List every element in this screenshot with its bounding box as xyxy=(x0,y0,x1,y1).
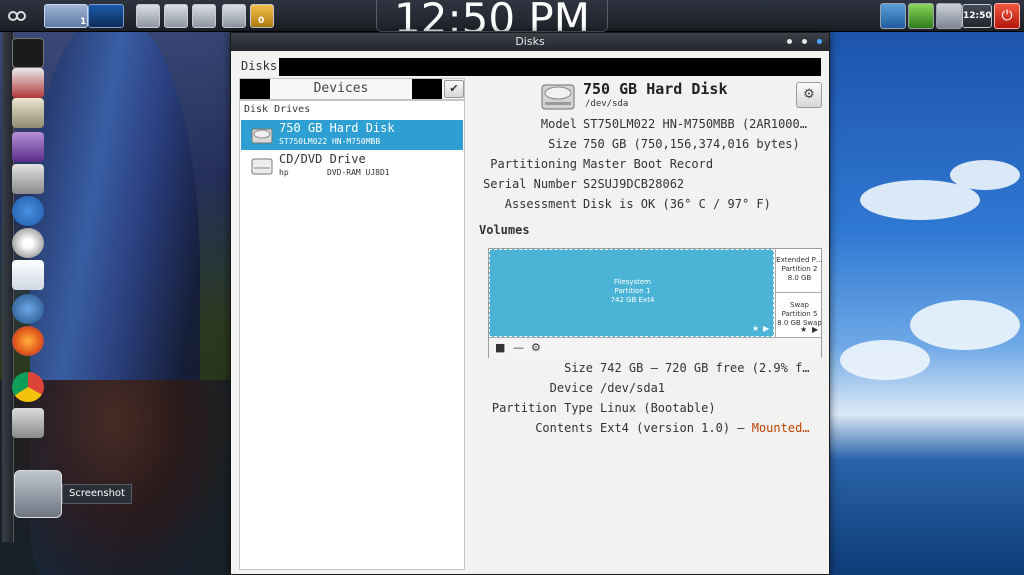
gear-icon[interactable]: ⚙ xyxy=(796,82,822,108)
mounted-link[interactable]: Mounted… xyxy=(752,421,810,435)
toolbar-label: Disks xyxy=(241,59,278,73)
prop-partitioning-key: Partitioning xyxy=(490,157,577,171)
partition-extended[interactable]: Extended P… Partition 2 8.0 GB xyxy=(775,249,823,293)
network-icon[interactable] xyxy=(880,3,906,29)
devices-header-redacted-right xyxy=(412,79,442,99)
terminal-icon[interactable] xyxy=(12,38,44,68)
section-disk-drives: Disk Drives xyxy=(244,104,311,115)
viewer-icon[interactable] xyxy=(12,98,44,128)
star-icon: ★ xyxy=(800,325,808,334)
vol-contents-key: Contents xyxy=(535,421,593,435)
prop-serial-key: Serial Number xyxy=(483,177,577,191)
star-icon: ★ xyxy=(752,324,760,333)
prop-assessment-key: Assessment xyxy=(504,197,577,211)
window-title: Disks xyxy=(515,35,545,48)
vol-contents-text: Ext4 (version 1.0) — xyxy=(600,421,752,435)
disk-path: /dev/sda xyxy=(585,99,629,109)
extended-size: 8.0 GB xyxy=(787,274,812,282)
minus-icon[interactable]: — xyxy=(513,341,524,354)
vol-device-value: /dev/sda1 xyxy=(600,381,666,395)
partition-1[interactable]: Filesystem Partition 1 742 GB Ext4 ★ ▶ xyxy=(489,249,774,337)
edit-icon[interactable] xyxy=(222,4,246,28)
window-titlebar[interactable]: Disks xyxy=(231,33,829,51)
disks-window: Disks Disks Devices ✔ Disk Drives 750 GB… xyxy=(230,32,830,575)
workspace-2[interactable] xyxy=(88,4,124,28)
swap-type: Swap xyxy=(790,301,809,309)
settings-icon[interactable]: ⚙ xyxy=(531,341,541,354)
stop-icon[interactable]: ■ xyxy=(495,341,505,354)
hard-disk-large-icon xyxy=(541,84,575,110)
top-panel: 1 0 12:50 PM 12:50 ⏻ xyxy=(0,0,1024,32)
disk-title: 750 GB Hard Disk xyxy=(583,80,728,98)
vol-partition-type-value: Linux (Bootable) xyxy=(600,401,716,415)
swap-label: Partition 5 xyxy=(781,310,818,318)
prop-serial-value: S2SUJ9DCB28062 xyxy=(583,177,685,191)
panel-clock[interactable]: 12:50 xyxy=(962,4,992,28)
devices-header: Devices ✔ xyxy=(239,78,465,100)
vol-size-key: Size xyxy=(564,361,593,375)
app-icon-1[interactable] xyxy=(136,4,160,28)
screenshot-icon[interactable] xyxy=(14,470,62,518)
disc-icon[interactable] xyxy=(12,228,44,258)
notification-badge: 0 xyxy=(258,16,265,26)
volume-map: Filesystem Partition 1 742 GB Ext4 ★ ▶ E… xyxy=(488,248,823,358)
close-button[interactable] xyxy=(817,39,822,44)
chrome-icon[interactable] xyxy=(12,372,44,402)
extended-label: Partition 2 xyxy=(781,265,818,273)
vol-size-value: 742 GB — 720 GB free (2.9% f… xyxy=(600,361,810,375)
devices-header-redacted-left xyxy=(240,79,270,99)
devices-label: Devices xyxy=(313,81,369,96)
prop-model-key: Model xyxy=(540,117,577,131)
play-icon: ▶ xyxy=(812,325,819,334)
play-icon: ▶ xyxy=(763,324,770,333)
prop-assessment-value: Disk is OK (36° C / 97° F) xyxy=(583,197,771,211)
window-toolbar: Disks xyxy=(231,51,829,79)
left-dock: Screenshot xyxy=(0,32,132,552)
volume-toolbar: ■ — ⚙ xyxy=(489,337,821,358)
search-icon[interactable] xyxy=(192,4,216,28)
check-icon[interactable]: ✔ xyxy=(444,80,464,98)
menu-icon[interactable] xyxy=(4,4,30,28)
minimize-button[interactable] xyxy=(787,39,792,44)
partition-1-type: Filesystem xyxy=(613,278,652,286)
power-icon[interactable]: ⏻ xyxy=(994,3,1020,29)
big-clock: 12:50 PM xyxy=(376,0,608,32)
volumes-header: Volumes xyxy=(479,223,530,237)
firefox-icon[interactable] xyxy=(12,326,44,356)
tools-icon[interactable] xyxy=(12,408,44,438)
maximize-button[interactable] xyxy=(802,39,807,44)
vol-device-key: Device xyxy=(549,381,593,395)
status-icon[interactable] xyxy=(908,3,934,29)
help-icon[interactable] xyxy=(12,196,44,226)
extended-type: Extended P… xyxy=(776,256,823,264)
dock-tooltip: Screenshot xyxy=(62,484,132,504)
calculator-icon[interactable] xyxy=(12,164,44,194)
volume-icon[interactable] xyxy=(936,3,962,29)
partition-1-label: Partition 1 xyxy=(614,287,651,295)
toolbar-redacted xyxy=(279,58,821,76)
document-icon[interactable] xyxy=(12,260,44,290)
apps-icon[interactable] xyxy=(12,68,44,98)
partition-swap[interactable]: Swap Partition 5 8.0 GB Swap ★ ▶ xyxy=(775,293,822,337)
vol-partition-type-key: Partition Type xyxy=(491,401,593,415)
prop-size-value: 750 GB (750,156,374,016 bytes) xyxy=(583,137,800,151)
pidgin-icon[interactable] xyxy=(12,132,44,162)
thunderbird-icon[interactable] xyxy=(12,294,44,324)
app-icon-2[interactable] xyxy=(164,4,188,28)
workspace-badge: 1 xyxy=(80,17,87,27)
vol-contents-value: Ext4 (version 1.0) — Mounted… xyxy=(600,421,810,435)
prop-model-value: ST750LM022 HN-M750MBB (2AR1000… xyxy=(583,117,807,131)
prop-partitioning-value: Master Boot Record xyxy=(583,157,714,171)
wallpaper-right xyxy=(830,0,1024,575)
partition-1-size: 742 GB Ext4 xyxy=(610,296,655,304)
prop-size-key: Size xyxy=(548,137,577,151)
